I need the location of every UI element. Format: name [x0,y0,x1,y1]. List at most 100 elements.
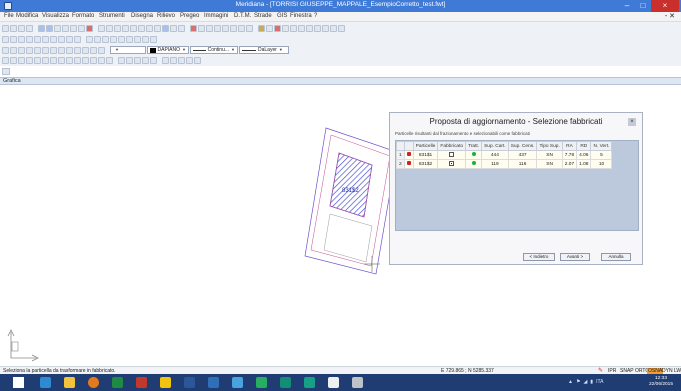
cell-ra[interactable]: 2.07 [561,159,578,169]
light-icon[interactable] [66,56,73,64]
table-row[interactable]: 2 831$2 119 116 SN 2.07 1.08 10 [396,159,613,169]
extra-tool-icon[interactable] [2,68,10,75]
hatch-icon[interactable] [246,24,253,32]
window-app-icon[interactable] [328,377,339,388]
green-app-icon[interactable] [304,377,315,388]
block-icon[interactable] [86,35,93,43]
cell-rd[interactable]: 4.06 [576,150,592,160]
back-button[interactable]: < Indietro [523,253,555,261]
search-icon[interactable] [338,24,345,32]
menu-finestra[interactable]: Finestra [290,13,312,19]
select-icon[interactable] [138,24,145,32]
osnap-nea-icon[interactable] [82,46,89,54]
volume-icon[interactable]: ◢ [583,379,587,385]
layer-next-icon[interactable] [50,35,57,43]
osnap-int-icon[interactable] [42,46,49,54]
fabbricato-checkbox[interactable] [449,151,455,157]
measure-icon[interactable] [114,24,121,32]
layer-combo[interactable]: ▼ [110,46,146,54]
folder-icon[interactable] [160,377,171,388]
layer-freeze-icon[interactable] [18,35,25,43]
view-3d-icon[interactable] [2,56,9,64]
menu-formato[interactable]: Formato [72,13,94,19]
trim-icon[interactable] [170,24,177,32]
zoom-window-icon[interactable] [70,24,77,32]
osnap-tan-icon[interactable] [74,46,81,54]
view-top-icon[interactable] [10,56,17,64]
tool-e-icon[interactable] [194,56,201,64]
dialog-close-button[interactable]: × [628,118,636,126]
xref-icon[interactable] [110,35,117,43]
volume-icon[interactable] [106,56,113,64]
windows-start-icon[interactable] [13,377,24,388]
extend-icon[interactable] [178,24,185,32]
dimension-icon[interactable] [266,24,273,32]
minimize-button[interactable]: – [619,0,635,12]
cell-tipo-sup[interactable]: SN [536,150,563,160]
highlight-icon[interactable] [162,24,169,32]
section-icon[interactable] [82,56,89,64]
table-icon[interactable] [134,35,141,43]
mirror-icon[interactable] [314,24,321,32]
redo-icon[interactable] [46,24,53,32]
ie-icon[interactable] [40,377,51,388]
grid-icon[interactable] [106,24,113,32]
cell-n-vert[interactable]: 10 [590,159,613,169]
delete-icon[interactable] [274,24,281,32]
osnap-end-icon[interactable] [2,46,9,54]
color-combo[interactable]: DAPIANO ▼ [147,46,189,54]
field-icon[interactable] [142,35,149,43]
osnap-node-icon[interactable] [26,46,33,54]
menu-visualizza[interactable]: Visualizza [42,13,69,19]
save-icon[interactable] [18,24,25,32]
layer-icon[interactable] [122,24,129,32]
menu-strade[interactable]: Strade [254,13,272,19]
linetype-combo[interactable]: Continu... ▼ [190,46,238,54]
view-side-icon[interactable] [26,56,33,64]
layer-prev-icon[interactable] [42,35,49,43]
taskbar-clock[interactable]: 12:33 22/06/2015 [649,376,673,388]
maximize-button[interactable]: □ [635,0,651,12]
col-fabbricato[interactable]: Fabbricato [437,141,467,151]
cell-fabbricato[interactable] [437,150,467,160]
fabbricato-checkbox[interactable] [449,160,455,166]
osnap-ins-icon[interactable] [58,46,65,54]
undo-icon[interactable] [38,24,45,32]
render-icon[interactable] [50,56,57,64]
layer-match-icon[interactable] [58,35,65,43]
network-icon[interactable]: ▲ [568,379,573,385]
scale-icon[interactable] [306,24,313,32]
pan-icon[interactable] [78,24,85,32]
refresh-icon[interactable] [86,24,93,32]
gis-theme-icon[interactable] [126,56,133,64]
layer-color-icon[interactable] [34,35,41,43]
cell-tipo-sup[interactable]: SN [536,159,563,169]
insert-icon[interactable] [94,35,101,43]
tool-d-icon[interactable] [186,56,193,64]
col-rd[interactable]: RD [576,141,592,151]
menu-dtm[interactable]: D.T.M. [234,13,251,19]
view-front-icon[interactable] [18,56,25,64]
zoom-out-icon[interactable] [62,24,69,32]
orbit-icon[interactable] [34,56,41,64]
cell-sup-cens[interactable]: 116 [507,159,538,169]
cell-ra[interactable]: 7.78 [561,150,578,160]
array-icon[interactable] [322,24,329,32]
menu-gis[interactable]: GIS [277,13,287,19]
cell-sup-cens[interactable]: 437 [507,150,538,160]
col-ra[interactable]: RA [561,141,578,151]
cell-fabbricato[interactable] [437,159,467,169]
explorer-icon[interactable] [64,377,75,388]
menu-immagini[interactable]: Immagini [204,13,228,19]
rotate-icon[interactable] [298,24,305,32]
material-icon[interactable] [74,56,81,64]
print-icon[interactable] [26,24,33,32]
offset-icon[interactable] [290,24,297,32]
col-particelle[interactable]: Particelle [412,141,439,151]
line-icon[interactable] [206,24,213,32]
cell-rd[interactable]: 1.08 [576,159,592,169]
menu-pregeo[interactable]: Pregeo [180,13,199,19]
attribute-icon[interactable] [102,35,109,43]
cell-particella[interactable]: 831$1 [412,150,439,160]
menu-disegna[interactable]: Disegna [131,13,153,19]
